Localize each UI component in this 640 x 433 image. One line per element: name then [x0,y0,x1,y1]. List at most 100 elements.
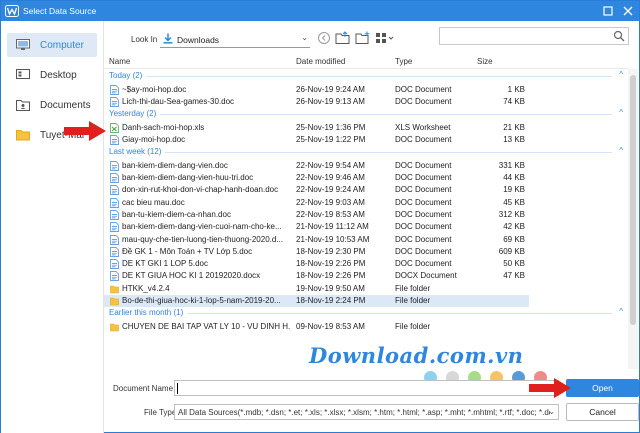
file-type: File folder [395,321,431,331]
open-button[interactable]: Open [566,379,639,397]
column-header: Name Date modified Type Size [104,55,628,69]
file-date: 22-Nov-19 9:24 AM [296,185,365,195]
sidebar-item-documents[interactable]: Documents [7,93,97,117]
vertical-scrollbar[interactable] [628,69,638,369]
download-icon [163,33,173,44]
places-sidebar: Computer Desktop Documents Tuyet-Mai [1,21,104,433]
table-row[interactable]: don-xin-rut-khoi-don-vi-chap-hanh-doan.d… [104,184,529,196]
doc-file-icon [110,135,119,145]
group-header[interactable]: Earlier this month (1) ^ [104,307,626,319]
table-row[interactable]: DE KT GIUA HOC KI 1 20192020.docx 18-Nov-… [104,270,529,282]
file-type: DOC Document [395,259,452,269]
table-row[interactable]: ban-kiem-diem-dang-vien-cuoi-nam-cho-ke.… [104,221,529,233]
look-in-dropdown[interactable]: Downloads ⌄ [160,30,310,48]
table-row[interactable]: ~$ay-moi-hop.doc 26-Nov-19 9:24 AM DOC Doc… [104,84,529,96]
file-size: 19 KB [503,185,525,195]
chevron-up-icon[interactable]: ^ [619,70,623,79]
chevron-down-icon: ⌄ [301,33,308,42]
sidebar-item-computer[interactable]: Computer [7,33,97,57]
table-row[interactable]: mau-quy-che-tien-luong-tien-thuong-2020.… [104,234,529,246]
chevron-up-icon[interactable]: ^ [619,146,623,155]
view-options-icon[interactable] [375,31,397,45]
file-date: 09-Nov-19 8:53 AM [296,321,365,331]
file-size: 44 KB [503,173,525,182]
table-row[interactable]: Lich-thi-dau-Sea-games-30.doc 26-Nov-19 9… [104,96,529,108]
table-row[interactable]: Giay-moi-hop.doc 25-Nov-19 1:22 PM DOC Doc… [104,134,529,146]
file-size: 42 KB [503,222,525,232]
new-folder-icon[interactable] [355,31,371,45]
file-name: ~$ay-moi-hop.doc [122,84,187,94]
maximize-icon[interactable] [601,4,615,18]
table-row[interactable]: ban-tu-kiem-diem-ca-nhan.doc 22-Nov-19 8:… [104,209,529,221]
doc-file-icon [110,271,119,282]
cancel-button[interactable]: Cancel [566,403,639,421]
folder-icon [110,322,119,332]
look-in-value: Downloads [177,35,220,45]
file-name: Đề GK 1 - Môn Toán + TV Lớp 5.doc [122,246,253,256]
file-type-select[interactable]: All Data Sources(*.mdb; *.dsn; *.et; *.x… [174,404,559,420]
table-row[interactable]: Bo-de-thi-giua-hoc-ki-1-lop-5-nam-2019-2… [104,295,529,307]
file-type-value: All Data Sources(*.mdb; *.dsn; *.et; *.x… [178,408,550,417]
file-size: 45 KB [503,197,525,207]
file-size: 331 KB [498,160,525,170]
doc-file-icon [110,160,119,171]
table-row[interactable]: HTKK_v4.2.4 19-Nov-19 9:50 AM File folder [104,283,529,295]
file-date: 22-Nov-19 9:54 AM [296,160,365,170]
file-type: DOC Document [395,185,452,195]
file-size: 21 KB [503,122,525,132]
doc-file-icon [110,185,119,196]
file-date: 22-Nov-19 9:46 AM [296,173,365,182]
search-input[interactable] [439,27,629,45]
back-icon[interactable] [316,31,332,45]
sidebar-item-desktop[interactable]: Desktop [7,63,97,87]
doc-file-icon [110,210,119,220]
group-header[interactable]: Last week (12) ^ [104,146,626,158]
group-header[interactable]: Today (2) ^ [104,70,626,82]
column-type[interactable]: Type [395,57,412,66]
file-date: 25-Nov-19 1:22 PM [296,134,366,144]
file-list: Name Date modified Type Size Today (2) ^ ~… [104,55,628,373]
column-name[interactable]: Name [109,57,130,66]
table-row[interactable]: Đề GK 1 - Môn Toán + TV Lớp 5.doc 18-Nov-… [104,246,529,258]
group-label: Earlier this month (1) [109,308,188,318]
file-date: 21-Nov-19 10:53 AM [296,234,370,244]
up-folder-icon[interactable] [335,31,351,45]
file-size: 609 KB [498,246,525,256]
look-in-label: Look In [131,35,158,44]
file-size: 74 KB [503,96,525,106]
window-title: Select Data Source [23,6,97,16]
table-row[interactable]: Danh-sach-moi-hop.xls 25-Nov-19 1:36 PM XL… [104,122,529,134]
file-size: 1 KB [507,84,525,94]
file-name: cac bieu mau.doc [122,197,185,207]
file-type: DOC Document [395,134,452,144]
desktop-icon [16,69,30,79]
chevron-up-icon[interactable]: ^ [619,108,623,117]
table-row[interactable]: DE KT GKI 1 LOP 5.doc 18-Nov-19 2:26 PM DO… [104,258,529,270]
file-date: 25-Nov-19 1:36 PM [296,122,366,132]
file-name: ban-kiem-diem-dang-vien.doc [122,160,228,170]
document-name-input[interactable] [174,380,559,396]
file-date: 19-Nov-19 9:50 AM [296,283,365,293]
file-size: 13 KB [503,134,525,144]
table-row[interactable]: ban-kiem-diem-dang-vien.doc 22-Nov-19 9:5… [104,160,529,172]
file-name: Lich-thi-dau-Sea-games-30.doc [122,96,235,106]
close-icon[interactable] [621,4,635,18]
file-type: File folder [395,296,431,305]
red-arrow-icon [64,121,106,141]
computer-icon [16,39,30,50]
chevron-up-icon[interactable]: ^ [619,307,623,316]
scrollbar-thumb[interactable] [630,75,636,325]
search-icon [613,30,625,42]
table-row[interactable]: ban-kiem-diem-dang-vien-huu-tri.doc 22-No… [104,172,529,184]
group-header[interactable]: Yesterday (2) ^ [104,108,626,120]
table-row[interactable]: cac bieu mau.doc 22-Nov-19 9:03 AM DOC Doc… [104,197,529,209]
file-name: DE KT GIUA HOC KI 1 20192020.docx [122,271,261,281]
doc-file-icon [110,222,119,233]
table-row[interactable]: CHUYEN DE BAI TAP VAT LY 10 - VU DINH H.… [104,321,529,333]
group-label: Today (2) [109,71,147,80]
text-caret [177,383,178,394]
folder-icon [16,130,30,141]
column-size[interactable]: Size [477,57,493,66]
column-date-modified[interactable]: Date modified [296,57,345,66]
file-type: DOC Document [395,197,452,207]
